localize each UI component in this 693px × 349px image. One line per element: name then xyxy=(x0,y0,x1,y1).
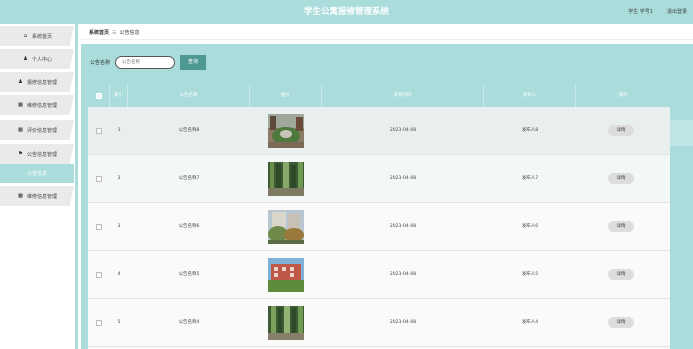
row-index: 5 xyxy=(117,320,121,325)
main-content: 公告名称 查询 索引 公告名称 图片 发布时间 发布人 操作 1 公告名称8 xyxy=(81,44,693,349)
row-checkbox[interactable] xyxy=(96,224,102,230)
detail-button[interactable]: 详情 xyxy=(608,173,634,184)
detail-button[interactable]: 详情 xyxy=(608,221,634,232)
sidebar: ⌂ 系统首页 ♟ 个人中心 ♟ 报修信息管理 ▦ 维修信息管理 ▦ 评价信息管理… xyxy=(0,24,78,349)
row-date: 2023-04-08 xyxy=(389,224,417,229)
user-info: 学生 学号1 xyxy=(628,9,653,15)
sidebar-item-label: 维修信息管理 xyxy=(26,193,57,200)
row-date: 2023-04-08 xyxy=(389,272,417,277)
sidebar-item-announcements[interactable]: 公告信息 xyxy=(0,164,74,183)
breadcrumb-separator: ☰ xyxy=(112,30,117,36)
announcement-table: 索引 公告名称 图片 发布时间 发布人 操作 1 公告名称8 2023-04-0… xyxy=(88,85,670,349)
sidebar-item-label: 维修信息管理 xyxy=(26,102,57,109)
sidebar-item-label: 报修信息管理 xyxy=(26,79,57,86)
row-publisher: 发布人4 xyxy=(521,320,539,325)
sidebar-item-label: 公告信息管理 xyxy=(26,151,57,158)
breadcrumb: 系统首页 ☰ 公告信息 xyxy=(81,26,693,40)
row-name: 公告名称4 xyxy=(178,320,200,325)
row-index: 2 xyxy=(117,176,121,181)
row-date: 2023-04-08 xyxy=(389,176,417,181)
sidebar-item-profile[interactable]: ♟ 个人中心 xyxy=(0,49,74,69)
sidebar-item-label: 评价信息管理 xyxy=(26,127,57,134)
header-select-all-cell xyxy=(88,85,110,107)
top-bar: 学生公寓报修管理系统 学生 学号1 退出登录 xyxy=(0,0,693,24)
row-name: 公告名称8 xyxy=(178,128,200,133)
home-icon: ⌂ xyxy=(23,33,28,39)
sidebar-item-label: 系统首页 xyxy=(31,33,52,40)
select-all-checkbox[interactable] xyxy=(96,93,102,99)
decorative-strip xyxy=(670,120,693,146)
row-name: 公告名称7 xyxy=(178,176,200,181)
person-icon: ♟ xyxy=(18,79,23,85)
search-button[interactable]: 查询 xyxy=(180,55,206,70)
row-publisher: 发布人5 xyxy=(521,272,539,277)
row-publisher: 发布人8 xyxy=(521,128,539,133)
flag-icon: ⚑ xyxy=(18,151,23,157)
person-icon: ♟ xyxy=(23,56,28,62)
search-label: 公告名称 xyxy=(90,60,111,66)
column-header-date[interactable]: 发布时间 xyxy=(322,85,484,107)
sidebar-item-label: 公告信息 xyxy=(26,171,47,177)
column-header-action: 操作 xyxy=(618,93,628,98)
sidebar-item-home[interactable]: ⌂ 系统首页 xyxy=(0,26,74,46)
row-date: 2023-04-08 xyxy=(389,128,417,133)
app-title: 学生公寓报修管理系统 xyxy=(303,7,389,17)
sidebar-item-label: 个人中心 xyxy=(31,56,52,63)
grid-icon: ▦ xyxy=(17,127,24,133)
sidebar-item-evaluation[interactable]: ▦ 评价信息管理 xyxy=(0,120,74,140)
sidebar-item-announcement-management[interactable]: ⚑ 公告信息管理 xyxy=(0,144,74,164)
sidebar-item-repair-report[interactable]: ♟ 报修信息管理 xyxy=(0,72,74,92)
grid-icon: ▦ xyxy=(17,193,24,199)
grid-icon: ▦ xyxy=(17,102,24,108)
table-row: 1 公告名称8 2023-04-08 发布人8 详情 xyxy=(88,107,670,155)
column-header-name[interactable]: 公告名称 xyxy=(128,85,250,107)
search-input[interactable] xyxy=(115,56,175,69)
row-index: 1 xyxy=(117,128,121,133)
sidebar-item-maintenance[interactable]: ▦ 维修信息管理 xyxy=(0,95,74,115)
detail-button[interactable]: 详情 xyxy=(608,125,634,136)
detail-button[interactable]: 详情 xyxy=(608,317,634,328)
sidebar-item-maintenance-2[interactable]: ▦ 维修信息管理 xyxy=(0,186,74,206)
detail-button[interactable]: 详情 xyxy=(608,269,634,280)
row-image xyxy=(268,306,304,340)
logout-link[interactable]: 退出登录 xyxy=(667,0,687,24)
row-image xyxy=(268,210,304,244)
row-name: 公告名称5 xyxy=(178,272,200,277)
row-date: 2023-04-08 xyxy=(389,320,417,325)
breadcrumb-current: 公告信息 xyxy=(119,30,140,36)
table-row: 4 公告名称5 2023-04-08 发布人5 详情 xyxy=(88,251,670,299)
row-publisher: 发布人7 xyxy=(521,176,539,181)
row-checkbox[interactable] xyxy=(96,128,102,134)
column-header-image: 图片 xyxy=(250,85,322,107)
table-header: 索引 公告名称 图片 发布时间 发布人 操作 xyxy=(88,85,670,107)
row-index: 3 xyxy=(117,224,121,229)
row-checkbox[interactable] xyxy=(96,272,102,278)
table-row: 3 公告名称6 2023-04-08 发布人6 详情 xyxy=(88,203,670,251)
row-image xyxy=(268,114,304,148)
column-header-index[interactable]: 索引 xyxy=(110,85,128,107)
column-header-publisher[interactable]: 发布人 xyxy=(484,85,576,107)
breadcrumb-home[interactable]: 系统首页 xyxy=(89,30,109,36)
row-checkbox[interactable] xyxy=(96,176,102,182)
row-index: 4 xyxy=(117,272,121,277)
table-row: 5 公告名称4 2023-04-08 发布人4 详情 xyxy=(88,299,670,347)
row-checkbox[interactable] xyxy=(96,320,102,326)
row-publisher: 发布人6 xyxy=(521,224,539,229)
row-image xyxy=(268,162,304,196)
table-row: 2 公告名称7 2023-04-08 发布人7 详情 xyxy=(88,155,670,203)
row-name: 公告名称6 xyxy=(178,224,200,229)
row-image xyxy=(268,258,304,292)
